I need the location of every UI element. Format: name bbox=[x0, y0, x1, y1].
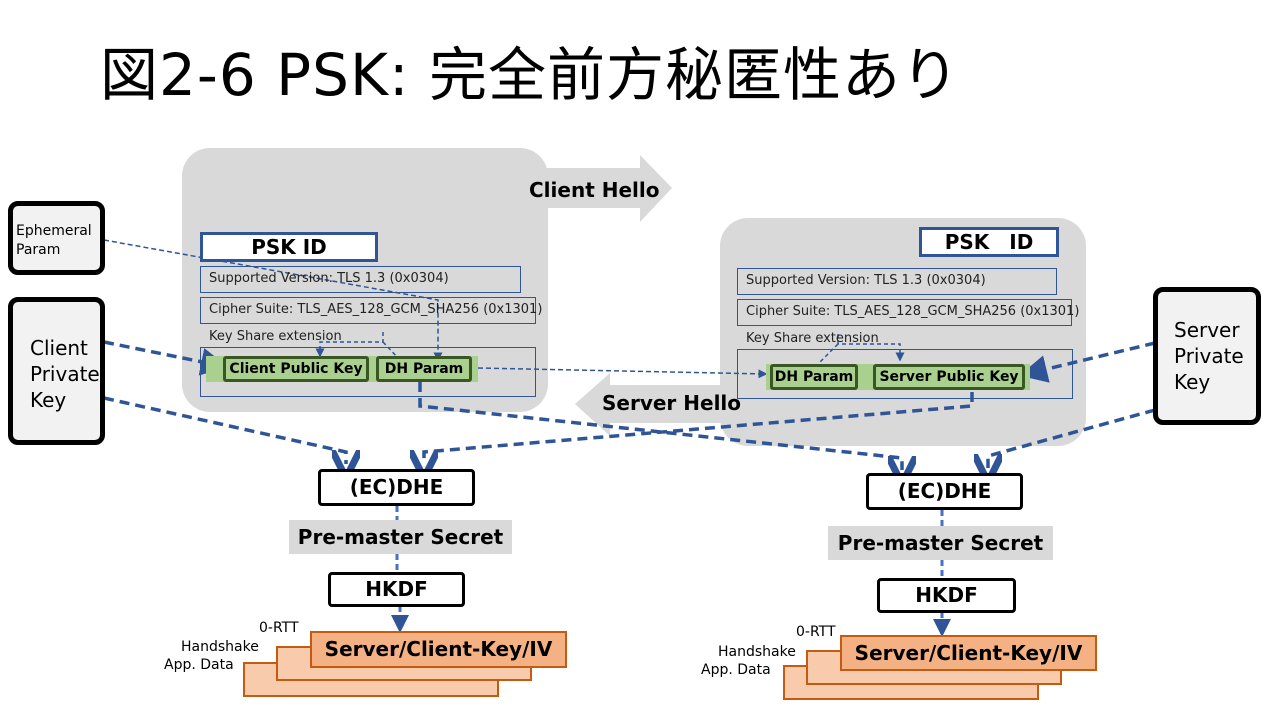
client-ecdhe-box: (EC)DHE bbox=[318, 469, 475, 506]
server-hkdf-box: HKDF bbox=[877, 578, 1016, 613]
client-hkdf-box: HKDF bbox=[328, 572, 465, 607]
server-dh-param: DH Param bbox=[770, 364, 858, 390]
server-hello-label: Server Hello bbox=[602, 391, 742, 415]
server-private-key-box: Server Private Key bbox=[1153, 287, 1261, 425]
client-private-key-box: Client Private Key bbox=[8, 297, 105, 445]
diagram-connectors bbox=[103, 155, 1156, 637]
server-label-handshake: Handshake bbox=[718, 644, 796, 660]
server-private-key-line1: Server bbox=[1174, 318, 1240, 342]
server-private-key-line3: Key bbox=[1174, 370, 1211, 394]
server-cipher-suite: Cipher Suite: TLS_AES_128_GCM_SHA256 (0x… bbox=[737, 299, 1079, 326]
ephemeral-param-box: Ephemeral Param bbox=[8, 201, 105, 275]
client-private-key-line1: Client bbox=[30, 336, 88, 360]
client-psk-id: PSK ID bbox=[200, 232, 378, 262]
client-pre-master-secret: Pre-master Secret bbox=[289, 520, 512, 554]
client-public-key: Client Public Key bbox=[223, 356, 369, 382]
client-label-app-data: App. Data bbox=[164, 657, 234, 673]
client-supported-version: Supported Version: TLS 1.3 (0x0304) bbox=[200, 266, 521, 293]
client-key-share-label: Key Share extension bbox=[209, 329, 342, 344]
client-cipher-suite: Cipher Suite: TLS_AES_128_GCM_SHA256 (0x… bbox=[200, 297, 542, 324]
client-private-key-line3: Key bbox=[30, 388, 67, 412]
server-private-key-line2: Private bbox=[1174, 344, 1244, 368]
server-label-0rtt: 0-RTT bbox=[796, 624, 836, 640]
server-key-share-label: Key Share extension bbox=[746, 331, 879, 346]
client-label-0rtt: 0-RTT bbox=[259, 620, 299, 636]
client-key-card-0rtt: Server/Client-Key/IV bbox=[310, 631, 567, 668]
ephemeral-param-line2: Param bbox=[16, 242, 61, 258]
server-label-app-data: App. Data bbox=[701, 662, 771, 678]
client-label-handshake: Handshake bbox=[181, 639, 259, 655]
client-hello-label: Client Hello bbox=[529, 178, 660, 202]
server-psk-id: PSK ID bbox=[919, 227, 1059, 257]
server-supported-version: Supported Version: TLS 1.3 (0x0304) bbox=[737, 268, 1057, 295]
ephemeral-param-line1: Ephemeral bbox=[16, 223, 92, 239]
client-private-key-line2: Private bbox=[30, 362, 100, 386]
server-ecdhe-box: (EC)DHE bbox=[866, 473, 1023, 510]
client-dh-param: DH Param bbox=[376, 356, 472, 382]
server-public-key: Server Public Key bbox=[873, 364, 1025, 390]
server-key-card-0rtt: Server/Client-Key/IV bbox=[840, 635, 1097, 671]
server-pre-master-secret: Pre-master Secret bbox=[828, 526, 1053, 560]
